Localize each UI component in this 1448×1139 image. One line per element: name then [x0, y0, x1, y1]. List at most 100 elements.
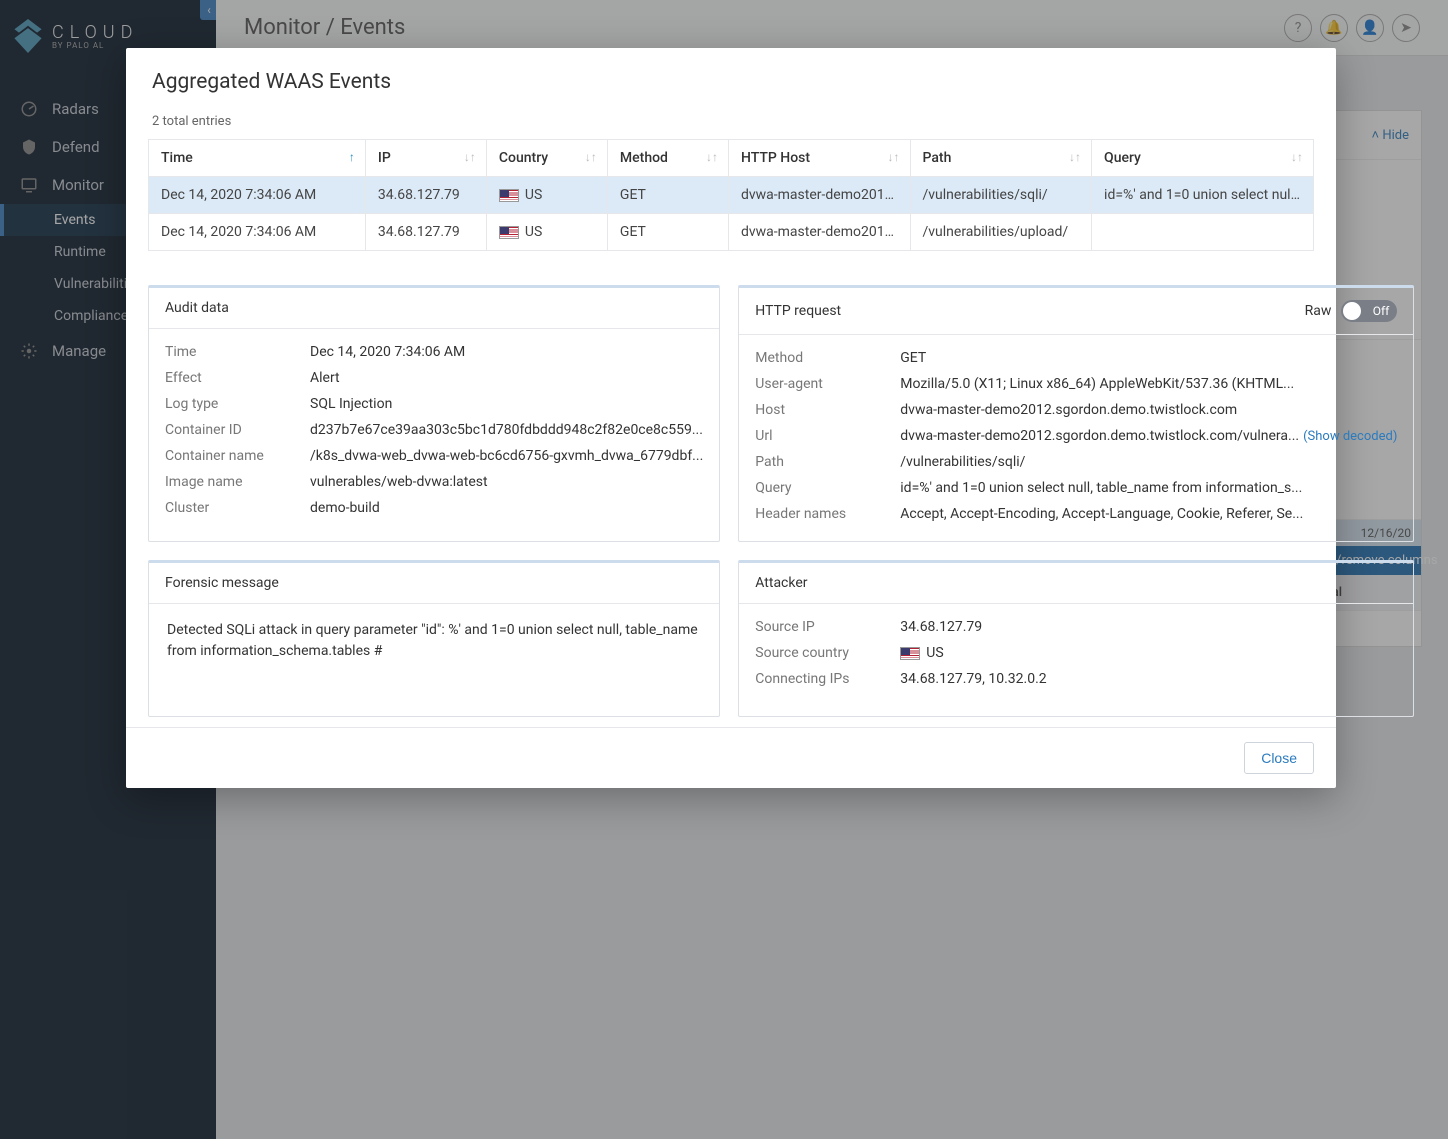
kv-key: Method	[755, 350, 900, 366]
cell-path: /vulnerabilities/upload/	[910, 214, 1092, 251]
sort-icon: ↓↑	[1291, 150, 1303, 164]
col-header-path[interactable]: Path↓↑	[910, 140, 1092, 177]
kv-value: demo-build	[310, 500, 703, 516]
audit-panel: Audit data TimeDec 14, 2020 7:34:06 AMEf…	[148, 285, 720, 542]
kv-row: Queryid=%' and 1=0 union select null, ta…	[755, 475, 1397, 501]
table-header-row: Time↑ IP↓↑ Country↓↑ Method↓↑ HTTP Host↓…	[149, 140, 1314, 177]
show-decoded-link[interactable]: (Show decoded)	[1303, 429, 1397, 444]
panel-title: Forensic message	[149, 563, 719, 604]
cell-country-label: US	[525, 187, 542, 203]
col-header-query[interactable]: Query↓↑	[1092, 140, 1314, 177]
kv-value: 34.68.127.79, 10.32.0.2	[900, 671, 1397, 687]
toggle-knob	[1343, 302, 1361, 320]
kv-value: Accept, Accept-Encoding, Accept-Language…	[900, 506, 1397, 522]
kv-row: User-agentMozilla/5.0 (X11; Linux x86_64…	[755, 371, 1397, 397]
kv-value-text: id=%' and 1=0 union select null, table_n…	[900, 480, 1302, 496]
col-label: HTTP Host	[741, 150, 810, 166]
sort-icon: ↓↑	[1069, 150, 1081, 164]
events-table: Time↑ IP↓↑ Country↓↑ Method↓↑ HTTP Host↓…	[148, 139, 1314, 251]
cell-host: dvwa-master-demo2012....	[728, 214, 910, 251]
kv-value-text: SQL Injection	[310, 396, 392, 412]
cell-country: US	[486, 214, 607, 251]
cell-host: dvwa-master-demo2012....	[728, 177, 910, 214]
col-header-host[interactable]: HTTP Host ↓↑	[728, 140, 910, 177]
kv-key: Image name	[165, 474, 310, 490]
col-header-country[interactable]: Country↓↑	[486, 140, 607, 177]
kv-key: Header names	[755, 506, 900, 522]
kv-key: Container ID	[165, 422, 310, 438]
cell-path: /vulnerabilities/sqli/	[910, 177, 1092, 214]
cell-country: US	[486, 177, 607, 214]
kv-value-text: /k8s_dvwa-web_dvwa-web-bc6cd6756-gxvmh_d…	[310, 448, 703, 464]
cell-time: Dec 14, 2020 7:34:06 AM	[149, 214, 366, 251]
kv-value-text: Dec 14, 2020 7:34:06 AM	[310, 344, 465, 360]
flag-us-icon	[499, 189, 519, 202]
kv-value-text: demo-build	[310, 500, 380, 516]
kv-value: vulnerables/web-dvwa:latest	[310, 474, 703, 490]
kv-key: Query	[755, 480, 900, 496]
panel-title: Audit data	[149, 288, 719, 329]
kv-key: Source country	[755, 645, 900, 661]
cell-method: GET	[607, 177, 728, 214]
kv-value: Alert	[310, 370, 703, 386]
kv-value-text: GET	[900, 350, 926, 366]
kv-value-text: US	[926, 645, 943, 661]
kv-value: Dec 14, 2020 7:34:06 AM	[310, 344, 703, 360]
sort-icon: ↓↑	[706, 150, 718, 164]
aggregated-events-modal: Aggregated WAAS Events 2 total entries T…	[126, 48, 1336, 788]
kv-row: Connecting IPs34.68.127.79, 10.32.0.2	[755, 666, 1397, 692]
table-row[interactable]: Dec 14, 2020 7:34:06 AM 34.68.127.79 US …	[149, 177, 1314, 214]
col-label: Time	[161, 150, 193, 166]
col-label: Method	[620, 150, 668, 166]
kv-row: Path/vulnerabilities/sqli/	[755, 449, 1397, 475]
table-row[interactable]: Dec 14, 2020 7:34:06 AM 34.68.127.79 US …	[149, 214, 1314, 251]
kv-row: Container name/k8s_dvwa-web_dvwa-web-bc6…	[165, 443, 703, 469]
kv-key: Source IP	[755, 619, 900, 635]
kv-value-text: 34.68.127.79	[900, 619, 982, 635]
kv-value: d237b7e67ce39aa303c5bc1d780fdbddd948c2f8…	[310, 422, 703, 438]
kv-value: 34.68.127.79	[900, 619, 1397, 635]
kv-row: MethodGET	[755, 345, 1397, 371]
toggle-switch[interactable]: Off	[1341, 300, 1397, 322]
kv-row: Image namevulnerables/web-dvwa:latest	[165, 469, 703, 495]
forensic-text: Detected SQLi attack in query parameter …	[165, 614, 703, 702]
kv-key: Path	[755, 454, 900, 470]
col-label: IP	[378, 150, 391, 166]
kv-row: TimeDec 14, 2020 7:34:06 AM	[165, 339, 703, 365]
panel-title: Attacker	[739, 563, 1413, 604]
col-header-ip[interactable]: IP↓↑	[365, 140, 486, 177]
kv-value-text: Mozilla/5.0 (X11; Linux x86_64) AppleWeb…	[900, 376, 1294, 392]
kv-value-text: d237b7e67ce39aa303c5bc1d780fdbddd948c2f8…	[310, 422, 703, 438]
flag-us-icon	[499, 226, 519, 239]
kv-key: Log type	[165, 396, 310, 412]
kv-key: Time	[165, 344, 310, 360]
kv-row: Log typeSQL Injection	[165, 391, 703, 417]
sort-icon: ↓↑	[888, 150, 900, 164]
cell-query	[1092, 214, 1314, 251]
attacker-panel: Attacker Source IP34.68.127.79Source cou…	[738, 560, 1414, 717]
cell-time: Dec 14, 2020 7:34:06 AM	[149, 177, 366, 214]
kv-value-text: Accept, Accept-Encoding, Accept-Language…	[900, 506, 1303, 522]
cell-query: id=%' and 1=0 union select null...	[1092, 177, 1314, 214]
panel-title: HTTP request	[755, 303, 841, 319]
http-panel: HTTP request Raw Off MethodGETUser-agent…	[738, 285, 1414, 542]
close-label: Close	[1261, 750, 1297, 766]
kv-value: Mozilla/5.0 (X11; Linux x86_64) AppleWeb…	[900, 376, 1397, 392]
kv-value-text: dvwa-master-demo2012.sgordon.demo.twistl…	[900, 402, 1237, 418]
cell-ip: 34.68.127.79	[365, 177, 486, 214]
kv-row: Urldvwa-master-demo2012.sgordon.demo.twi…	[755, 423, 1397, 449]
sort-icon: ↓↑	[585, 150, 597, 164]
kv-value: GET	[900, 350, 1397, 366]
close-button[interactable]: Close	[1244, 742, 1314, 774]
kv-row: Clusterdemo-build	[165, 495, 703, 521]
col-header-method[interactable]: Method ↓↑	[607, 140, 728, 177]
kv-value-text: dvwa-master-demo2012.sgordon.demo.twistl…	[900, 428, 1299, 444]
raw-toggle[interactable]: Raw Off	[1305, 300, 1398, 322]
kv-row: Hostdvwa-master-demo2012.sgordon.demo.tw…	[755, 397, 1397, 423]
col-header-time[interactable]: Time↑	[149, 140, 366, 177]
toggle-state-label: Off	[1373, 304, 1390, 318]
kv-value: dvwa-master-demo2012.sgordon.demo.twistl…	[900, 428, 1397, 444]
kv-value-text: /vulnerabilities/sqli/	[900, 454, 1025, 470]
flag-us-icon	[900, 647, 920, 660]
kv-key: User-agent	[755, 376, 900, 392]
